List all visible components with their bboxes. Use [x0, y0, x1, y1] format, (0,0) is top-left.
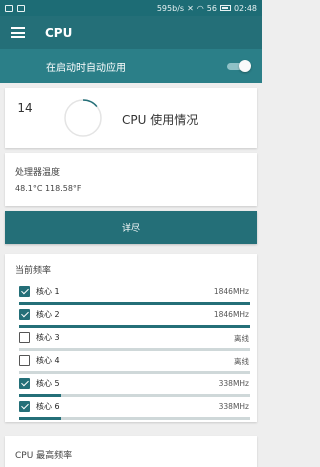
detail-button[interactable]: 详尽	[5, 211, 257, 244]
max-frequency-card: CPU 最高频率	[5, 436, 257, 467]
core-label: 核心 1	[36, 287, 60, 296]
notification-icons	[5, 4, 25, 12]
status-indicators: 595b/s ✕ ◠ 56 02:48	[157, 4, 257, 13]
temperature-title: 处理器温度	[15, 168, 61, 178]
auto-apply-label: 在启动时自动应用	[46, 62, 126, 74]
image-notification-icon	[5, 4, 13, 12]
core-row: 核心 2 1846MHz	[5, 305, 257, 328]
cpu-usage-ring	[64, 99, 102, 137]
core-checkbox[interactable]	[19, 286, 30, 297]
app-bar: CPU	[0, 16, 262, 49]
wifi-icon: ◠	[196, 3, 204, 13]
core-row: 核心 4 离线	[5, 351, 257, 374]
core-label: 核心 2	[36, 310, 60, 319]
toggle-knob	[239, 60, 251, 72]
cpu-usage-value: 14	[17, 101, 33, 115]
core-checkbox[interactable]	[19, 309, 30, 320]
auto-apply-row: 在启动时自动应用	[0, 49, 262, 83]
core-row: 核心 3 离线	[5, 328, 257, 351]
core-checkbox[interactable]	[19, 332, 30, 343]
current-frequency-card: 当前频率 核心 1 1846MHz 核心 2 1846MHz 核心 3 离线 核…	[5, 254, 257, 422]
core-checkbox[interactable]	[19, 378, 30, 389]
core-checkbox[interactable]	[19, 401, 30, 412]
core-label: 核心 4	[36, 356, 60, 365]
status-time: 02:48	[233, 3, 257, 13]
core-load-bar	[19, 417, 250, 420]
core-label: 核心 5	[36, 379, 60, 388]
current-frequency-title: 当前频率	[15, 266, 52, 276]
menu-icon[interactable]	[11, 27, 25, 38]
max-frequency-title: CPU 最高频率	[15, 451, 73, 461]
cpu-usage-card: 14 CPU 使用情况	[5, 88, 257, 148]
mute-icon: ✕	[187, 3, 194, 13]
core-checkbox[interactable]	[19, 355, 30, 366]
core-label: 核心 6	[36, 402, 60, 411]
core-frequency: 离线	[234, 357, 249, 366]
core-load-fill	[19, 417, 61, 420]
signal-label: 56	[206, 3, 217, 13]
core-row: 核心 1 1846MHz	[5, 282, 257, 305]
core-frequency: 离线	[234, 334, 249, 343]
core-frequency: 1846MHz	[213, 310, 249, 319]
status-bar: 595b/s ✕ ◠ 56 02:48	[0, 0, 262, 16]
battery-icon	[219, 5, 231, 11]
core-row: 核心 5 338MHz	[5, 374, 257, 397]
core-frequency: 338MHz	[218, 379, 249, 388]
auto-apply-toggle[interactable]	[227, 60, 251, 72]
page-title: CPU	[45, 25, 73, 40]
cpu-usage-title: CPU 使用情况	[122, 113, 199, 127]
core-row: 核心 6 338MHz	[5, 397, 257, 420]
core-label: 核心 3	[36, 333, 60, 342]
core-frequency: 1846MHz	[213, 287, 249, 296]
core-frequency: 338MHz	[218, 402, 249, 411]
android-notification-icon	[17, 4, 25, 12]
temperature-value: 48.1°C 118.58°F	[15, 184, 82, 193]
network-speed: 595b/s	[156, 3, 185, 13]
temperature-card: 处理器温度 48.1°C 118.58°F	[5, 153, 257, 206]
